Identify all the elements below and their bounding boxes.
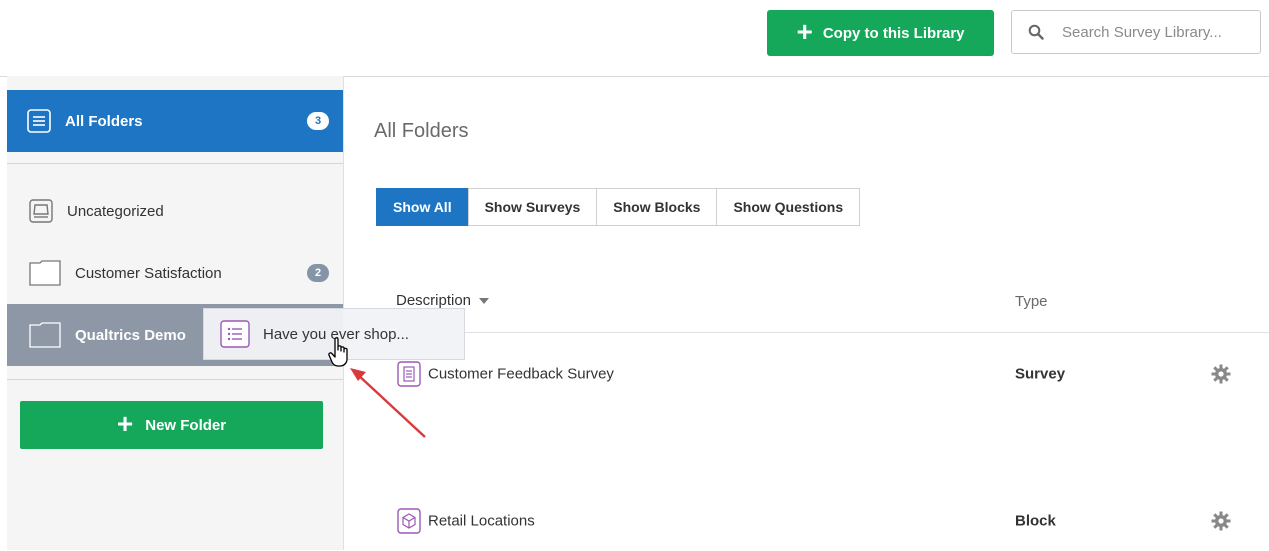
table-row[interactable]: Retail Locations Block xyxy=(344,491,1269,551)
row-name: Customer Feedback Survey xyxy=(428,365,614,383)
search-box[interactable] xyxy=(1011,10,1261,54)
inbox-icon xyxy=(29,199,53,223)
new-folder-button[interactable]: + New Folder xyxy=(20,401,323,449)
tab-show-blocks[interactable]: Show Blocks xyxy=(596,188,718,226)
search-input[interactable] xyxy=(1060,22,1244,42)
sidebar-item-label: Uncategorized xyxy=(67,202,164,220)
sidebar-divider xyxy=(7,379,343,380)
row-name: Retail Locations xyxy=(428,512,535,530)
header-divider xyxy=(344,332,1269,333)
tab-show-surveys[interactable]: Show Surveys xyxy=(467,188,598,226)
table-row[interactable]: Customer Feedback Survey Survey xyxy=(344,344,1269,404)
search-icon xyxy=(1028,24,1044,40)
sidebar-item-all-folders[interactable]: All Folders 3 xyxy=(7,90,343,152)
sidebar-divider xyxy=(7,163,343,164)
page-title: All Folders xyxy=(374,120,469,142)
sidebar-item-label: Qualtrics Demo xyxy=(75,326,186,344)
row-type: Survey xyxy=(1015,365,1066,383)
column-header-type[interactable]: Type xyxy=(1015,293,1048,310)
folder-icon xyxy=(29,322,61,348)
row-type: Block xyxy=(1015,512,1056,530)
hand-cursor-icon xyxy=(328,337,348,367)
block-icon xyxy=(397,508,421,534)
gear-icon[interactable] xyxy=(1211,511,1231,531)
count-badge: 3 xyxy=(307,112,329,130)
column-label: Description xyxy=(396,292,472,309)
filter-tabs: Show All Show Surveys Show Blocks Show Q… xyxy=(376,188,861,226)
top-toolbar: + Copy to this Library xyxy=(0,0,1269,77)
copy-to-library-button[interactable]: + Copy to this Library xyxy=(767,10,994,56)
gear-icon[interactable] xyxy=(1211,364,1231,384)
copy-to-library-label: Copy to this Library xyxy=(822,24,965,42)
question-list-icon xyxy=(220,320,250,348)
plus-icon: + xyxy=(796,15,813,47)
folder-icon xyxy=(29,260,61,286)
sidebar-item-label: Customer Satisfaction xyxy=(75,264,222,282)
plus-icon: + xyxy=(116,407,134,439)
sidebar-item-uncategorized[interactable]: Uncategorized xyxy=(7,180,343,242)
tab-show-questions[interactable]: Show Questions xyxy=(716,188,861,226)
survey-icon xyxy=(397,361,421,387)
list-icon xyxy=(27,109,51,133)
sort-down-icon xyxy=(479,297,490,304)
count-badge: 2 xyxy=(307,264,329,282)
sidebar-item-label: All Folders xyxy=(65,112,143,130)
tab-show-all[interactable]: Show All xyxy=(376,188,469,226)
column-header-description[interactable]: Description xyxy=(396,292,490,309)
sidebar-item-customer-satisfaction[interactable]: Customer Satisfaction 2 xyxy=(7,242,343,304)
new-folder-label: New Folder xyxy=(145,416,227,434)
